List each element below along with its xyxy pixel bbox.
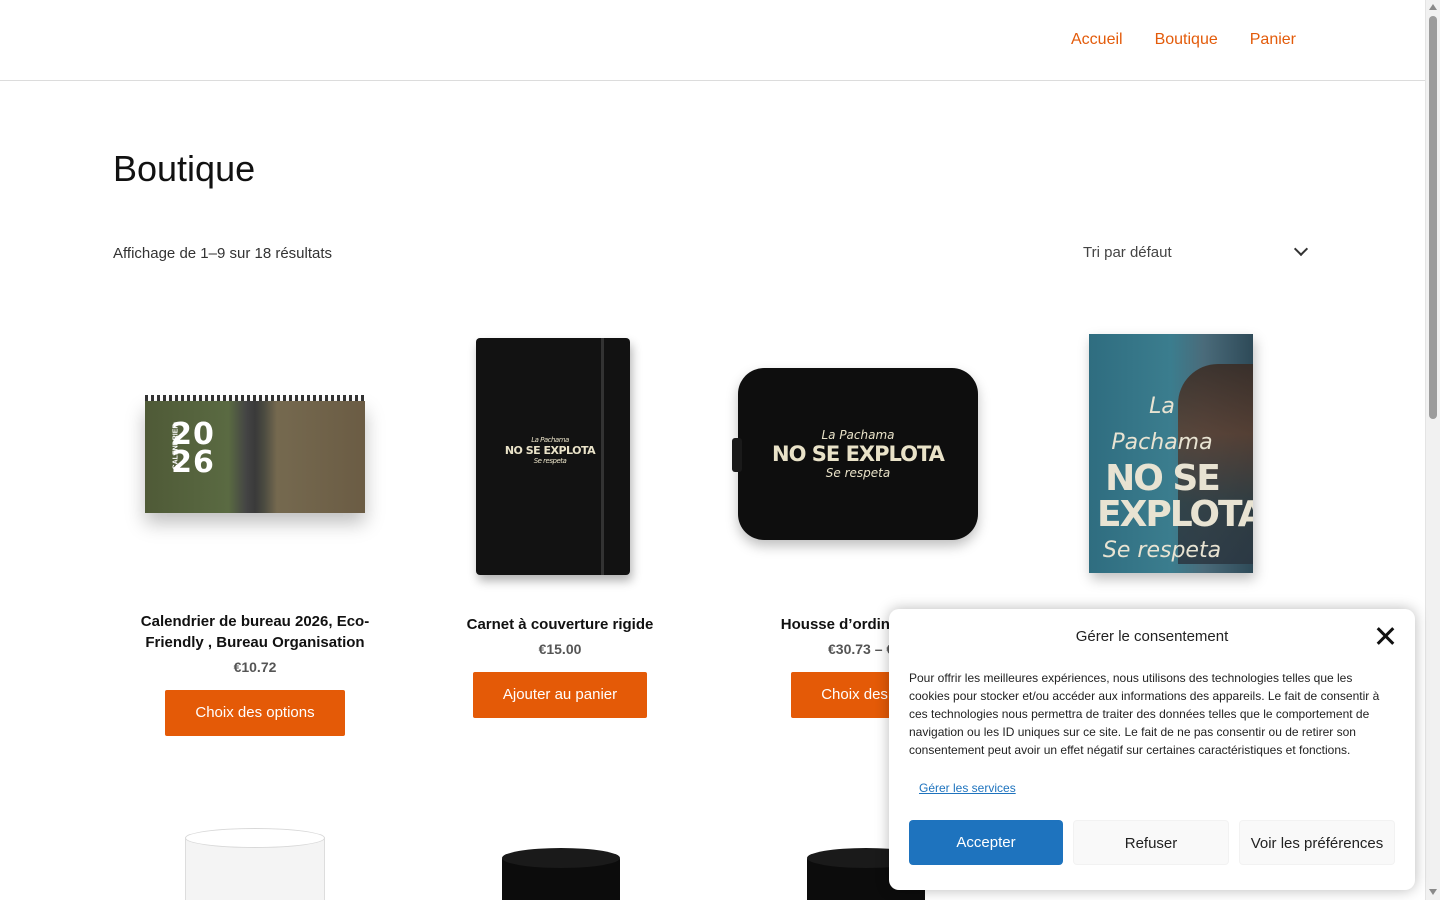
product-name[interactable]: Calendrier de bureau 2026, Eco-Friendly … <box>113 611 397 653</box>
add-to-cart-button[interactable]: Ajouter au panier <box>472 672 648 718</box>
product-image[interactable] <box>418 820 702 900</box>
product-card: La Pachama NO SE EXPLOTA Se respeta <box>1031 313 1315 595</box>
mug-rim <box>502 848 620 868</box>
zipper-icon <box>732 438 742 472</box>
scroll-up-arrow-icon[interactable] <box>1429 4 1437 10</box>
site-header: Accueil Boutique Panier <box>0 0 1425 81</box>
print-main-text: NO SE EXPLOTA <box>504 444 596 457</box>
manage-services-link[interactable]: Gérer les services <box>919 781 1016 795</box>
sort-select[interactable]: Tri par défaut <box>1071 236 1316 268</box>
product-price: €10.72 <box>233 659 277 675</box>
result-count: Affichage de 1–9 sur 18 résultats <box>113 245 333 262</box>
print-main-text: NO SE EXPLOTA <box>772 442 945 466</box>
notebook-print: La Pachama NO SE EXPLOTA Se respeta <box>500 436 600 465</box>
calendar-side-text: CALENDRIER <box>172 423 180 470</box>
notebook-elastic-band <box>601 338 604 575</box>
main-nav: Accueil Boutique Panier <box>1071 30 1296 50</box>
product-card: La Pachama NO SE EXPLOTA Se respeta Carn… <box>418 313 702 718</box>
product-image[interactable]: La Pachama NO SE EXPLOTA Se respeta <box>1031 313 1315 595</box>
sort-select-value: Tri par défaut <box>1083 243 1172 261</box>
print-bottom-text: Se respeta <box>1102 538 1222 563</box>
product-image[interactable]: La Pachama NO SE EXPLOTA Se respeta <box>723 313 1007 595</box>
nav-accueil[interactable]: Accueil <box>1071 30 1123 50</box>
view-preferences-button[interactable]: Voir les préférences <box>1239 820 1395 865</box>
accept-button[interactable]: Accepter <box>909 820 1063 865</box>
consent-title: Gérer le consentement <box>1075 628 1229 645</box>
product-image[interactable] <box>113 800 397 900</box>
print-bottom-text: Se respeta <box>533 457 567 465</box>
page-scrollbar[interactable] <box>1425 0 1440 900</box>
mug-rim <box>185 828 325 848</box>
product-image[interactable]: 2026 CALENDRIER <box>113 313 397 595</box>
product-price: €15.00 <box>538 641 582 657</box>
nav-panier[interactable]: Panier <box>1250 30 1296 50</box>
close-icon[interactable] <box>1375 626 1395 646</box>
sleeve-print: La Pachama NO SE EXPLOTA Se respeta <box>758 428 958 480</box>
page-title: Boutique <box>113 148 256 189</box>
print-top-text: La Pachama <box>821 428 895 442</box>
refuse-button[interactable]: Refuser <box>1073 820 1229 865</box>
chevron-down-icon <box>1293 241 1309 257</box>
nav-boutique[interactable]: Boutique <box>1155 30 1218 50</box>
product-name[interactable]: Carnet à couverture rigide <box>418 614 702 635</box>
scroll-down-arrow-icon[interactable] <box>1429 889 1437 895</box>
cookie-consent-dialog: Gérer le consentement Pour offrir les me… <box>889 609 1415 890</box>
cover-print: La Pachama NO SE EXPLOTA Se respeta <box>1097 389 1253 569</box>
choose-options-button[interactable]: Choix des options <box>165 690 345 736</box>
notebook-graphic: La Pachama NO SE EXPLOTA Se respeta <box>476 338 630 575</box>
product-image[interactable]: La Pachama NO SE EXPLOTA Se respeta <box>418 313 702 595</box>
consent-text: Pour offrir les meilleures expériences, … <box>909 671 1380 757</box>
scrollbar-thumb[interactable] <box>1429 16 1437 419</box>
print-bottom-text: Se respeta <box>825 466 891 480</box>
print-top-text: La Pachama <box>531 436 569 444</box>
product-card: 2026 CALENDRIER Calendrier de bureau 202… <box>113 313 397 736</box>
consent-buttons: Accepter Refuser Voir les préférences <box>909 820 1395 865</box>
print-top-text: La Pachama <box>1111 394 1213 455</box>
book-cover-graphic: La Pachama NO SE EXPLOTA Se respeta <box>1089 334 1253 573</box>
laptop-sleeve-graphic: La Pachama NO SE EXPLOTA Se respeta <box>732 368 978 540</box>
